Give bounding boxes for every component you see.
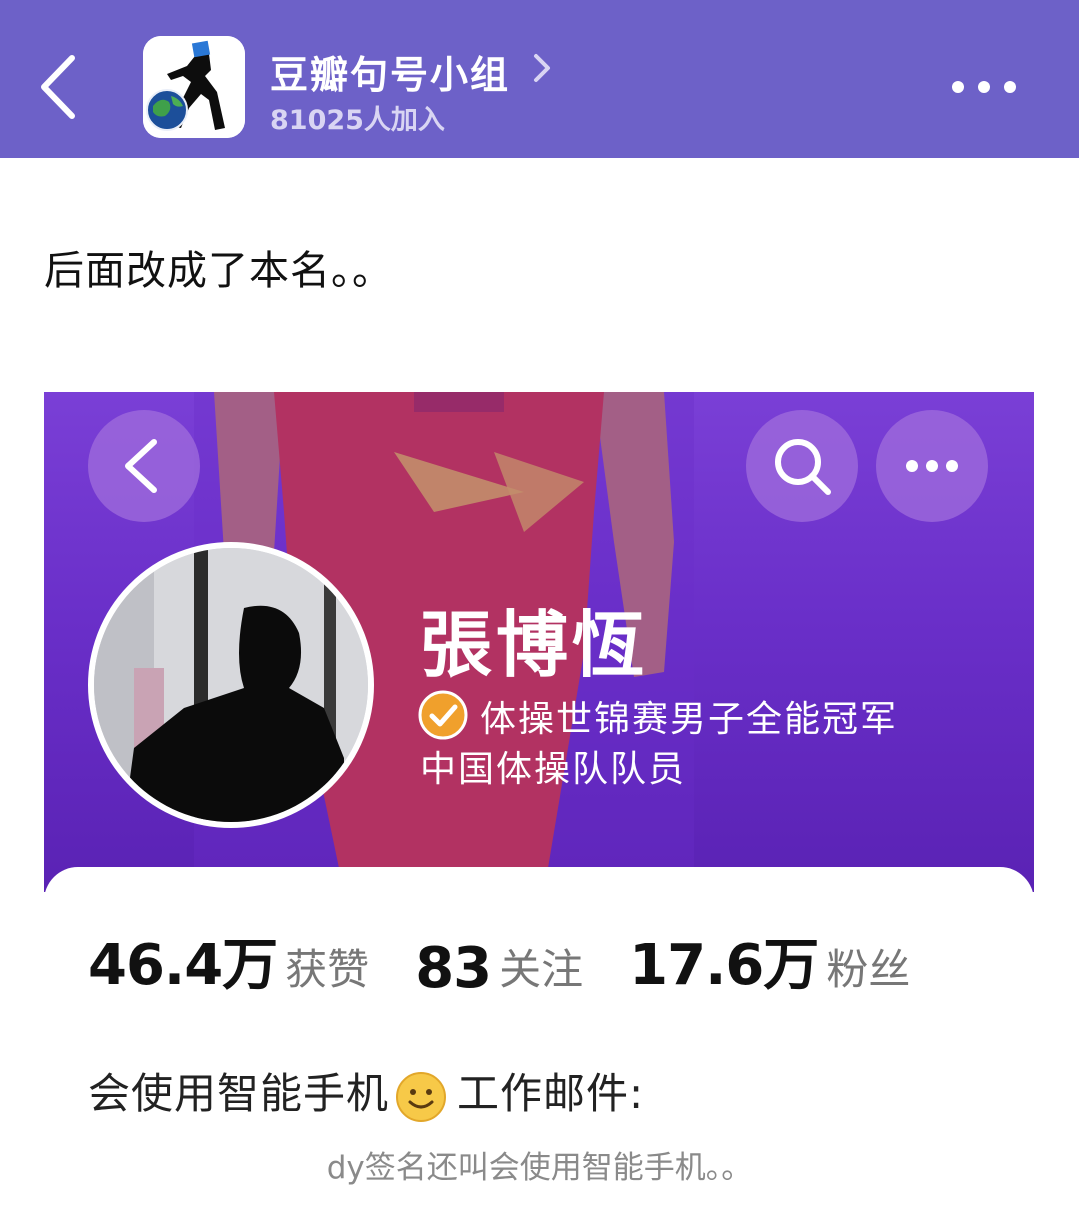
member-count: 81025人加入 (270, 105, 445, 136)
likes-label: 获赞 (285, 945, 370, 994)
chevron-left-icon (41, 55, 75, 119)
following-label[interactable]: 关注 (499, 936, 583, 1001)
verification-text: 体操世锦赛男子全能冠军 (480, 699, 899, 740)
search-icon (775, 439, 831, 495)
smiley-emoji-icon (396, 1071, 447, 1122)
likes-count: 46.4万 (88, 933, 278, 998)
bio-email-label: 工作邮件: (457, 1069, 645, 1118)
more-dots-icon (906, 460, 958, 472)
profile-back-button[interactable] (88, 410, 200, 522)
group-logo-image (143, 36, 245, 138)
more-options-button[interactable] (944, 70, 1024, 104)
following-count[interactable]: 83 (415, 936, 492, 1001)
profile-banner: 張博恆 体操世锦赛男子全能冠军 中国体操队队员 (44, 392, 1034, 892)
group-detail-link[interactable] (528, 50, 558, 86)
profile-search-button[interactable] (746, 410, 858, 522)
profile-bio: 会使用智能手机 工作邮件: (88, 1060, 644, 1123)
avatar-silhouette-image (94, 548, 368, 822)
bio-text: 会使用智能手机 (88, 1069, 390, 1118)
post-text: 后面改成了本名。。 (44, 248, 393, 294)
chevron-right-icon (534, 54, 550, 82)
followers-label[interactable]: 粉丝 (826, 936, 910, 1001)
profile-name: 張博恆 (420, 603, 649, 687)
more-dots-icon (952, 81, 1016, 93)
back-button[interactable] (30, 50, 90, 124)
group-header-bar: 豆瓣句号小组 81025人加入 (0, 0, 1079, 158)
profile-avatar[interactable] (88, 542, 374, 828)
profile-more-button[interactable] (876, 410, 988, 522)
followers-count[interactable]: 17.6万 (629, 920, 819, 1001)
verified-badge-icon (418, 690, 468, 740)
group-name[interactable]: 豆瓣句号小组 (270, 44, 510, 99)
group-avatar[interactable] (143, 36, 245, 138)
team-text: 中国体操队队员 (420, 749, 687, 790)
image-caption: dy签名还叫会使用智能手机。。 (326, 1150, 753, 1186)
chevron-left-icon (125, 439, 157, 493)
profile-stats: 46.4万 获赞 83 关注 17.6万 粉丝 (88, 920, 956, 1001)
